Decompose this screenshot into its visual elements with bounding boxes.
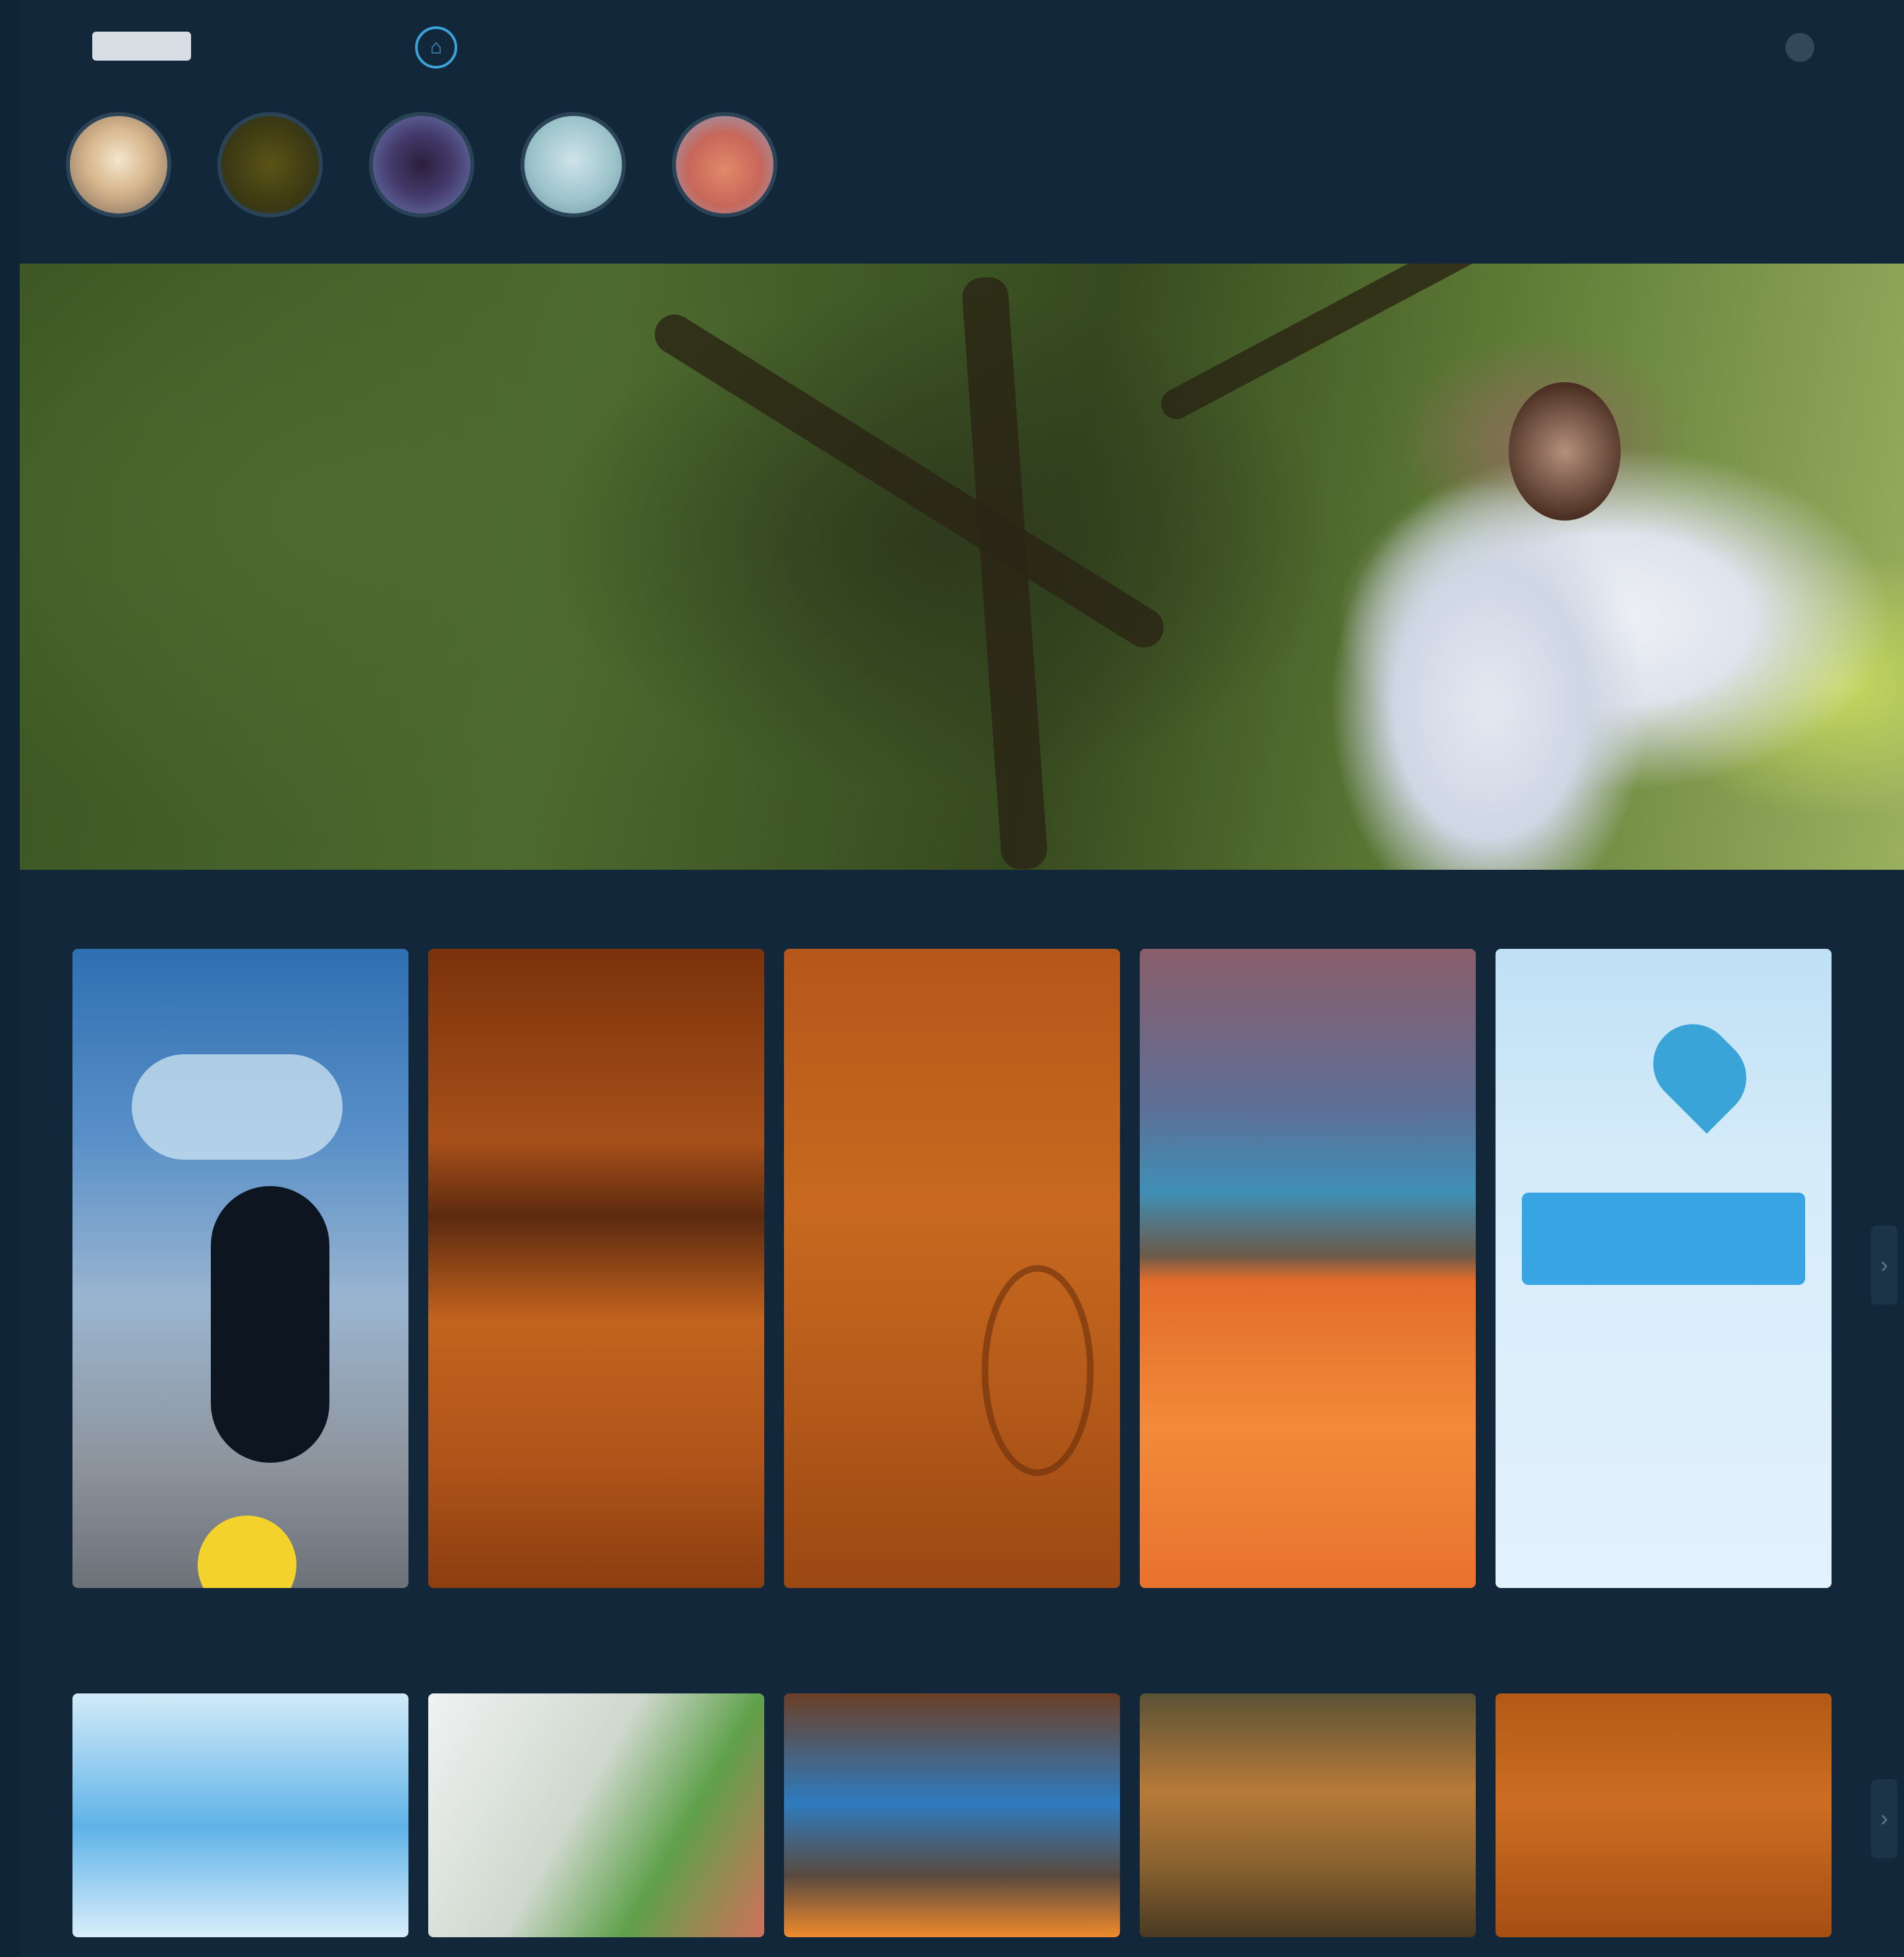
content-card[interactable] [428,949,764,1588]
pin-icon [1637,1007,1763,1134]
content-row-2 [72,1693,1832,1937]
content-card[interactable] [1496,949,1832,1588]
content-card[interactable] [784,1693,1120,1937]
card-decoration [982,1265,1094,1476]
app-frame: ⌂ › › [20,0,1904,1957]
card-cloud-art [132,1054,343,1160]
card-figure-art [211,1186,329,1463]
content-card[interactable] [1140,1693,1476,1937]
home-icon[interactable]: ⌂ [415,26,457,69]
content-card[interactable] [72,949,408,1588]
hero-person-head [1509,382,1621,521]
chevron-right-icon[interactable]: › [1871,1779,1897,1858]
story-row [66,112,777,217]
main-nav: ⌂ [415,26,573,69]
hero-tree-branch [647,307,1171,655]
logo-mark [92,32,191,61]
story-avatar-5[interactable] [672,112,777,217]
chevron-right-icon[interactable]: › [1871,1226,1897,1305]
logo[interactable] [92,26,196,66]
content-row-1 [72,949,1832,1588]
content-card[interactable] [72,1693,408,1937]
content-card[interactable] [1496,1693,1832,1937]
content-card[interactable] [428,1693,764,1937]
card-banner-band [1522,1193,1805,1285]
story-avatar-3[interactable] [369,112,474,217]
account-area [1785,26,1832,69]
content-card[interactable] [1140,949,1476,1588]
bell-icon[interactable] [1785,33,1814,62]
story-avatar-2[interactable] [217,112,323,217]
story-avatar-1[interactable] [66,112,171,217]
content-card[interactable] [784,949,1120,1588]
card-sun-art [198,1516,296,1588]
hero-banner[interactable] [20,264,1904,870]
top-navigation: ⌂ [20,0,1904,99]
story-avatar-4[interactable] [520,112,626,217]
